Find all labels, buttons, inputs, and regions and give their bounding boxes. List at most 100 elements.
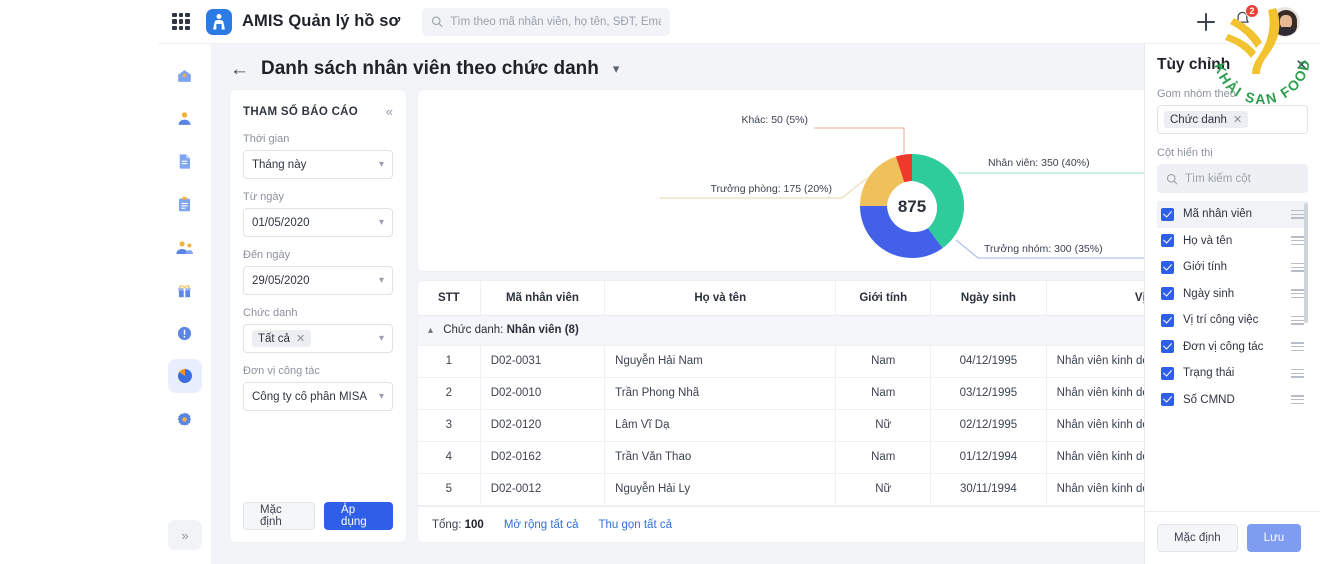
column-item-ho-va-ten[interactable]: Họ và tên: [1157, 228, 1308, 255]
checkbox[interactable]: [1161, 313, 1174, 327]
col-header-ngay-sinh[interactable]: Ngày sinh: [930, 281, 1047, 316]
job-title-select[interactable]: Tất cả ✕ ▾: [243, 324, 393, 353]
sidebar-item-employee[interactable]: [168, 101, 202, 135]
column-item-don-vi-cong-tac[interactable]: Đơn vị công tác: [1157, 334, 1308, 361]
chevron-down-icon: ▾: [378, 391, 384, 402]
chevron-up-icon[interactable]: ▴: [428, 325, 433, 336]
report-params-footer: Mặc định Áp dụng: [230, 490, 406, 542]
chart-label-truong-phong: Trưởng phòng: 175 (20%): [710, 183, 832, 195]
params-apply-button[interactable]: Áp dụng: [324, 502, 393, 530]
checkbox[interactable]: [1161, 340, 1174, 354]
notifications-button[interactable]: 2: [1233, 3, 1259, 34]
organization-select[interactable]: Công ty cổ phần MISA ▾: [243, 382, 393, 411]
back-button[interactable]: ←: [230, 60, 249, 79]
close-icon[interactable]: ✕: [1295, 58, 1308, 73]
drawer-header: Tùy chỉnh ✕: [1157, 56, 1308, 74]
avatar[interactable]: [1270, 6, 1300, 37]
cell-ngay-sinh: 30/11/1994: [930, 473, 1047, 506]
drag-handle-icon[interactable]: [1291, 262, 1304, 272]
sidebar-nav: »: [158, 44, 212, 564]
checkbox[interactable]: [1161, 393, 1174, 407]
app-page: AMIS Quản lý hồ sơ Tìm theo mã nhân viên…: [158, 0, 1320, 564]
drawer-default-button[interactable]: Mặc định: [1157, 524, 1238, 552]
apps-grid-icon[interactable]: [172, 12, 190, 31]
clipboard-icon: [178, 196, 191, 211]
checkbox[interactable]: [1161, 287, 1174, 301]
cell-stt: 2: [418, 377, 481, 410]
column-item-ngay-sinh[interactable]: Ngày sinh: [1157, 281, 1308, 308]
cell-ngay-sinh: 01/12/1994: [930, 441, 1047, 474]
col-header-stt[interactable]: STT: [418, 281, 481, 316]
chevron-down-icon: ▾: [378, 159, 384, 170]
params-default-button[interactable]: Mặc định: [243, 502, 316, 530]
sidebar-item-info[interactable]: [168, 316, 202, 350]
sidebar-expand-button[interactable]: »: [168, 520, 202, 550]
field-label: Đến ngày: [243, 249, 291, 261]
drag-handle-icon[interactable]: [1291, 209, 1304, 219]
sidebar-item-recruitment[interactable]: [168, 230, 202, 264]
pie-chart-icon: [177, 369, 192, 384]
global-search-placeholder: Tìm theo mã nhân viên, họ tên, SĐT, Emai…: [450, 15, 662, 28]
chip-remove-icon[interactable]: ✕: [1233, 113, 1242, 126]
column-item-ma-nhan-vien[interactable]: Mã nhân viên: [1157, 201, 1308, 228]
column-item-label: Họ và tên: [1183, 234, 1233, 247]
group-by-label: Gom nhóm theo: [1157, 88, 1236, 100]
column-search-placeholder: Tìm kiếm cột: [1185, 172, 1251, 185]
cell-ten: Trần Văn Thao: [604, 441, 837, 474]
drag-handle-icon[interactable]: [1291, 289, 1304, 299]
chevron-down-icon[interactable]: ▾: [613, 61, 620, 77]
checkbox[interactable]: [1161, 366, 1174, 380]
column-item-label: Trạng thái: [1183, 367, 1235, 380]
checkbox[interactable]: [1161, 260, 1174, 274]
column-item-vi-tri-cong-viec[interactable]: Vị trí công việc: [1157, 307, 1308, 334]
column-search-input[interactable]: Tìm kiếm cột: [1157, 164, 1308, 193]
column-item-so-cmnd[interactable]: Số CMND: [1157, 387, 1308, 414]
from-date-select[interactable]: 01/05/2020 ▾: [243, 208, 393, 237]
cell-gioi-tinh: Nam: [835, 441, 932, 474]
notification-badge: 2: [1245, 3, 1259, 18]
sidebar-item-settings[interactable]: [168, 402, 202, 436]
drag-handle-icon[interactable]: [1291, 236, 1304, 246]
column-list-scrollbar[interactable]: [1304, 203, 1308, 323]
cell-gioi-tinh: Nữ: [835, 409, 932, 442]
report-params-header: THAM SỐ BÁO CÁO «: [243, 104, 393, 119]
sidebar-item-documents[interactable]: [168, 144, 202, 178]
column-item-gioi-tinh[interactable]: Giới tính: [1157, 254, 1308, 281]
sidebar-item-home[interactable]: [168, 58, 202, 92]
col-header-ma-nhan-vien[interactable]: Mã nhân viên: [480, 281, 606, 316]
top-header-bar: AMIS Quản lý hồ sơ Tìm theo mã nhân viên…: [158, 0, 1320, 44]
chart-label-khac: Khác: 50 (5%): [741, 114, 808, 126]
group-by-chip: Chức danh ✕: [1164, 111, 1249, 128]
drag-handle-icon[interactable]: [1291, 342, 1304, 352]
time-period-select[interactable]: Tháng này ▾: [243, 150, 393, 179]
expand-all-link[interactable]: Mở rộng tất cả: [504, 519, 579, 531]
sidebar-item-benefits[interactable]: [168, 273, 202, 307]
drag-handle-icon[interactable]: [1291, 368, 1304, 378]
sidebar-item-contracts[interactable]: [168, 187, 202, 221]
total-label: Tổng:: [432, 518, 462, 531]
col-header-gioi-tinh[interactable]: Giới tính: [835, 281, 932, 316]
chip-label: Chức danh: [1170, 113, 1227, 126]
drag-handle-icon[interactable]: [1291, 315, 1304, 325]
selected-chip: Tất cả ✕: [252, 330, 312, 347]
chip-remove-icon[interactable]: ✕: [296, 332, 305, 345]
checkbox[interactable]: [1161, 234, 1174, 248]
person-icon: [178, 111, 191, 125]
sidebar-item-reports[interactable]: [167, 359, 202, 393]
column-item-trang-thai[interactable]: Trạng thái: [1157, 360, 1308, 387]
to-date-select[interactable]: 29/05/2020 ▾: [243, 266, 393, 295]
column-item-label: Số CMND: [1183, 393, 1235, 406]
add-button[interactable]: [1197, 12, 1215, 31]
checkbox[interactable]: [1161, 207, 1174, 221]
drag-handle-icon[interactable]: [1291, 395, 1304, 405]
global-search-input[interactable]: Tìm theo mã nhân viên, họ tên, SĐT, Emai…: [422, 7, 671, 36]
cell-ma: D02-0010: [480, 377, 606, 410]
amis-logo-icon[interactable]: [206, 8, 232, 35]
col-header-ho-va-ten[interactable]: Họ và tên: [604, 281, 837, 316]
select-value: 01/05/2020: [252, 216, 310, 229]
field-den-ngay: Đến ngày 29/05/2020 ▾: [243, 249, 393, 295]
collapse-all-link[interactable]: Thu gọn tất cả: [598, 519, 672, 531]
collapse-params-button[interactable]: «: [386, 104, 393, 119]
group-by-field[interactable]: Chức danh ✕: [1157, 105, 1308, 134]
drawer-save-button[interactable]: Lưu: [1246, 524, 1302, 552]
